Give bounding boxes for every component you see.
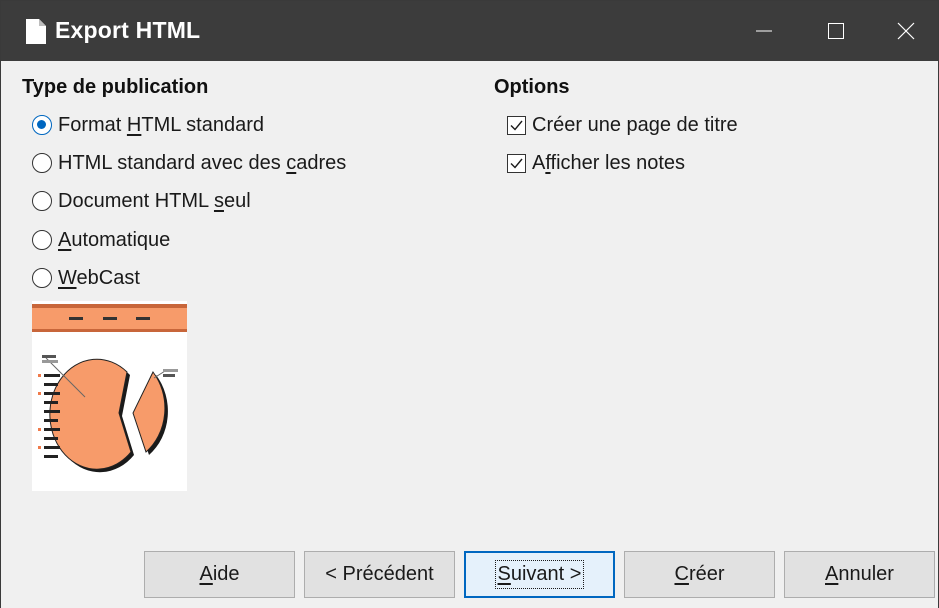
radio-button[interactable] — [32, 230, 52, 250]
publication-type-heading: Type de publication — [22, 76, 209, 98]
create-button[interactable]: Créer — [624, 551, 775, 598]
next-button-label: Suivant > — [494, 560, 585, 589]
radio-automatic[interactable]: Automatique — [32, 226, 170, 254]
radio-label: HTML standard avec des cadres — [58, 151, 347, 174]
cancel-button-label: Annuler — [825, 563, 894, 585]
document-icon — [26, 19, 46, 44]
title-bar[interactable]: Export HTML — [1, 1, 938, 61]
checkbox-checked[interactable] — [507, 115, 526, 135]
previous-button[interactable]: < Précédent — [304, 551, 455, 598]
minimize-button[interactable] — [729, 1, 799, 61]
pie-chart-preview-image — [32, 301, 187, 491]
export-html-dialog: Export HTML Type de publication Format H… — [0, 0, 939, 608]
checkmark-icon — [510, 158, 523, 169]
checkbox-label: Créer une page de titre — [532, 113, 738, 136]
help-button[interactable]: Aide — [144, 551, 295, 598]
radio-single-document[interactable]: Document HTML seul — [32, 187, 251, 215]
create-button-label: Créer — [674, 563, 725, 585]
checkbox-label: Afficher les notes — [532, 151, 686, 174]
radio-button[interactable] — [32, 191, 52, 211]
radio-label: Automatique — [58, 228, 171, 251]
minimize-icon — [756, 30, 772, 32]
checkmark-icon — [510, 120, 523, 131]
radio-webcast[interactable]: WebCast — [32, 264, 140, 292]
help-button-label: Aide — [199, 563, 240, 585]
close-button[interactable] — [871, 1, 939, 61]
close-icon — [897, 22, 915, 40]
radio-label: WebCast — [58, 266, 140, 289]
options-heading: Options — [494, 76, 570, 98]
previous-button-label: < Précédent — [325, 563, 434, 585]
checkbox-show-notes[interactable]: Afficher les notes — [507, 149, 685, 177]
checkbox-create-title-page[interactable]: Créer une page de titre — [507, 111, 738, 139]
maximize-button[interactable] — [801, 1, 871, 61]
radio-label: Format HTML standard — [58, 113, 265, 136]
window-title: Export HTML — [55, 17, 201, 43]
radio-standard-html-frames[interactable]: HTML standard avec des cadres — [32, 149, 346, 177]
radio-button-selected[interactable] — [32, 115, 52, 135]
radio-button[interactable] — [32, 268, 52, 288]
radio-standard-html[interactable]: Format HTML standard — [32, 111, 264, 139]
cancel-button[interactable]: Annuler — [784, 551, 935, 598]
radio-button[interactable] — [32, 153, 52, 173]
maximize-icon — [828, 23, 844, 39]
dialog-body: Type de publication Format HTML standard… — [1, 61, 938, 608]
checkbox-checked[interactable] — [507, 153, 526, 173]
radio-label: Document HTML seul — [58, 189, 251, 212]
next-button[interactable]: Suivant > — [464, 551, 615, 598]
